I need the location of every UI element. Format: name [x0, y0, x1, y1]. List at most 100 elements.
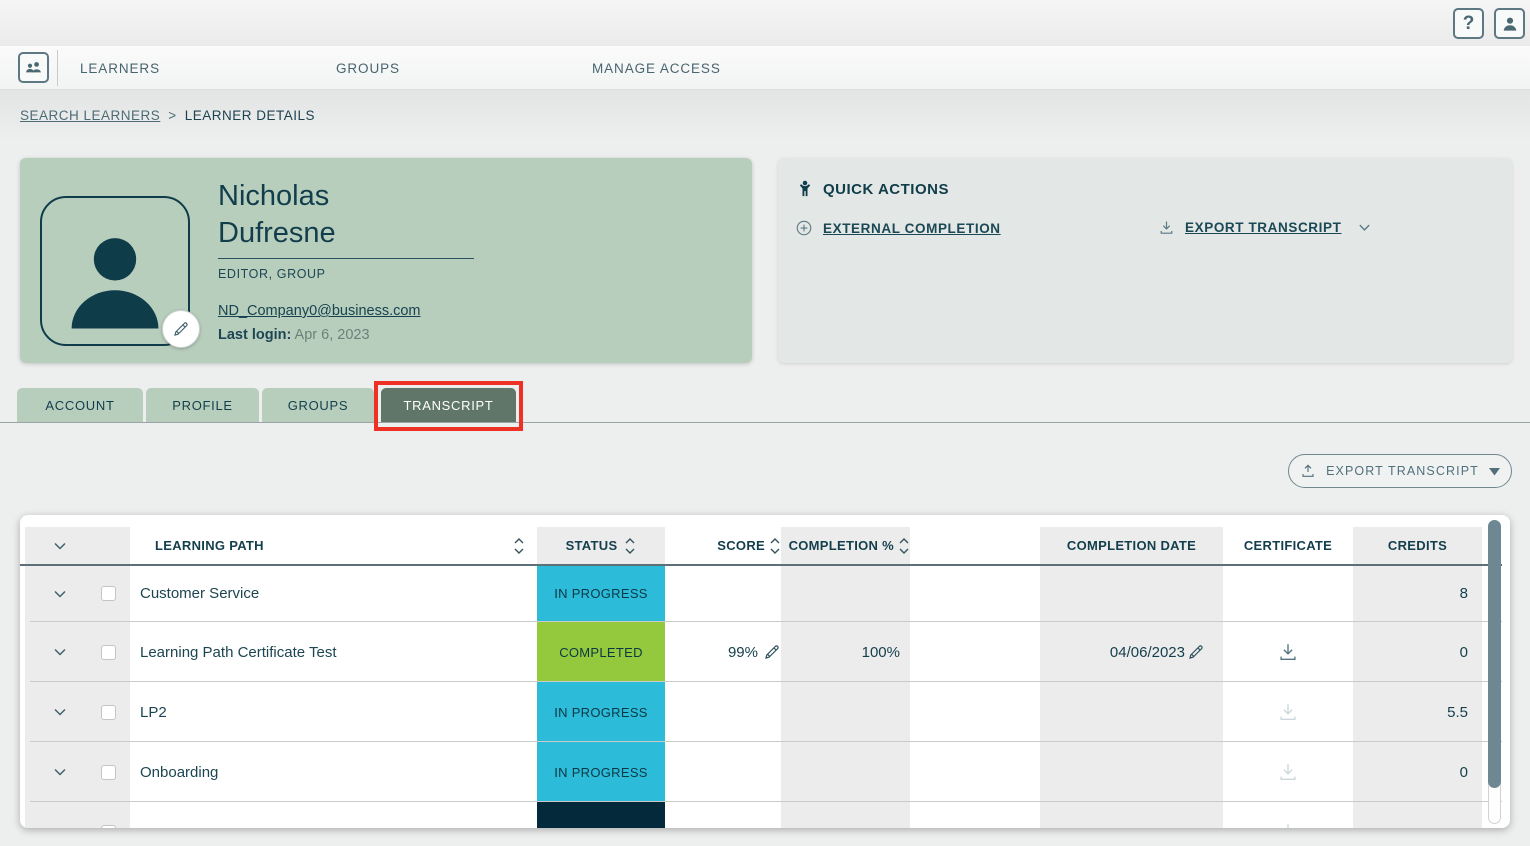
tabs-underline [0, 422, 1530, 423]
tab-profile[interactable]: PROFILE [146, 388, 259, 423]
credits-value: 0 [1459, 643, 1468, 661]
sort-status-icon[interactable] [624, 536, 636, 556]
column-header-score: SCORE [665, 527, 781, 564]
row-checkbox[interactable] [100, 704, 116, 720]
tab-groups[interactable]: GROUPS [262, 388, 374, 423]
expand-all-button[interactable] [50, 527, 70, 564]
table-row: Onboarding IN PROGRESS 0 [20, 742, 1502, 802]
nav-divider [57, 50, 58, 86]
column-header-completion-date: COMPLETION DATE [1040, 527, 1223, 564]
sort-score-icon[interactable] [769, 536, 781, 556]
learning-path-header-label: LEARNING PATH [155, 538, 264, 553]
credits-value: 5.5 [1447, 703, 1468, 721]
column-header-learning-path: LEARNING PATH [130, 527, 537, 564]
column-header-certificate: CERTIFICATE [1223, 527, 1353, 564]
table-scrollbar-thumb[interactable] [1488, 520, 1501, 788]
person-icon [1500, 14, 1520, 34]
tab-transcript[interactable]: TRANSCRIPT [381, 388, 516, 423]
nav-item-learners[interactable]: LEARNERS [80, 46, 160, 90]
export-transcript-link[interactable]: EXPORT TRANSCRIPT [1158, 219, 1372, 236]
status-badge [537, 802, 665, 828]
breadcrumb-current: LEARNER DETAILS [184, 108, 315, 123]
certificate-download-disabled-icon [1277, 761, 1299, 783]
nav-item-manage-access[interactable]: MANAGE ACCESS [592, 46, 721, 90]
learning-path-name: Learning Path Certificate Test [140, 643, 337, 661]
learner-first-name: Nicholas [218, 180, 330, 212]
circle-plus-icon [795, 219, 813, 237]
tab-account[interactable]: ACCOUNT [17, 388, 143, 423]
quick-actions-panel: QUICK ACTIONS EXTERNAL COMPLETION EXPORT… [778, 158, 1512, 363]
certificate-header-label: CERTIFICATE [1243, 538, 1333, 553]
column-header-status: STATUS [537, 527, 665, 564]
status-badge: IN PROGRESS [537, 682, 665, 742]
table-row: LP2 IN PROGRESS 5.5 [20, 682, 1502, 742]
certificate-download-disabled-icon [1277, 701, 1299, 723]
account-button[interactable] [1494, 8, 1525, 39]
column-header-credits: CREDITS [1353, 527, 1482, 564]
learners-home-button[interactable] [18, 52, 49, 83]
learner-card: Nicholas Dufresne EDITOR, GROUP ND_Compa… [20, 158, 752, 363]
pencil-icon [172, 320, 190, 338]
help-button[interactable]: ? [1453, 8, 1484, 39]
external-completion-link[interactable]: EXTERNAL COMPLETION [795, 219, 1001, 237]
learner-last-name: Dufresne [218, 217, 336, 249]
expand-row-button[interactable] [50, 682, 70, 742]
last-login: Last login: Apr 6, 2023 [218, 327, 370, 343]
row-checkbox[interactable] [100, 824, 116, 828]
last-login-value: Apr 6, 2023 [294, 327, 370, 343]
credits-header-label: CREDITS [1387, 538, 1448, 553]
learner-role: EDITOR, GROUP [218, 267, 326, 281]
learning-path-name: Onboarding [140, 763, 219, 781]
edit-date-pencil-icon[interactable] [1187, 643, 1205, 661]
transcript-table: LEARNING PATH STATUS SCORE COMPLETION % … [20, 515, 1510, 828]
row-checkbox[interactable] [100, 586, 116, 601]
row-checkbox[interactable] [100, 644, 116, 660]
score-header-label: SCORE [717, 538, 765, 553]
column-header-completion-pct: COMPLETION % [781, 527, 910, 564]
export-transcript-quick-label: EXPORT TRANSCRIPT [1185, 220, 1342, 235]
external-completion-label: EXTERNAL COMPLETION [823, 220, 1001, 236]
upload-icon [1300, 463, 1316, 479]
certificate-download-icon[interactable] [1277, 641, 1299, 663]
expand-row-button[interactable] [50, 566, 70, 621]
certificate-download-disabled-icon [1277, 821, 1299, 828]
breadcrumb-link-search-learners[interactable]: SEARCH LEARNERS [20, 108, 160, 123]
cheering-person-icon [795, 179, 815, 199]
learning-path-name: LP2 [140, 703, 167, 721]
last-login-label: Last login: [218, 327, 292, 343]
download-icon [1158, 219, 1175, 236]
export-transcript-button[interactable]: EXPORT TRANSCRIPT [1288, 454, 1512, 488]
question-mark-icon: ? [1462, 12, 1475, 34]
edit-score-pencil-icon[interactable] [763, 643, 781, 661]
table-row: Learning Path Certificate Test COMPLETED… [20, 622, 1502, 682]
top-bar: ? [0, 0, 1530, 46]
export-transcript-button-label: EXPORT TRANSCRIPT [1326, 464, 1479, 478]
status-header-label: STATUS [565, 538, 618, 553]
completion-date-header-label: COMPLETION DATE [1066, 538, 1197, 553]
learner-email-link[interactable]: ND_Company0@business.com [218, 303, 421, 319]
name-divider [218, 258, 474, 259]
completion-date-value: 04/06/2023 [1109, 643, 1185, 661]
learning-path-name: Customer Service [140, 585, 260, 602]
sort-learning-path-icon[interactable] [513, 536, 525, 556]
status-badge: COMPLETED [537, 622, 665, 682]
table-row [20, 802, 1502, 828]
person-silhouette-icon [53, 220, 177, 344]
nav-item-groups[interactable]: GROUPS [336, 46, 400, 90]
table-row: Customer Service IN PROGRESS 8 [20, 566, 1502, 621]
expand-row-button[interactable] [50, 622, 70, 682]
sort-completion-pct-icon[interactable] [898, 536, 910, 556]
chevron-down-icon [1357, 220, 1372, 235]
breadcrumb: SEARCH LEARNERS > LEARNER DETAILS [20, 108, 315, 123]
completion-pct-header-label: COMPLETION % [788, 538, 894, 553]
breadcrumb-separator: > [168, 108, 177, 123]
main-nav [0, 46, 1530, 90]
row-checkbox[interactable] [100, 764, 116, 780]
score-value: 99% [727, 643, 758, 661]
expand-row-button[interactable] [50, 742, 70, 802]
edit-avatar-button[interactable] [162, 310, 200, 348]
learner-name: Nicholas Dufresne [218, 178, 336, 252]
people-icon [23, 57, 44, 78]
quick-actions-header: QUICK ACTIONS [795, 179, 949, 199]
quick-actions-title: QUICK ACTIONS [823, 180, 949, 198]
